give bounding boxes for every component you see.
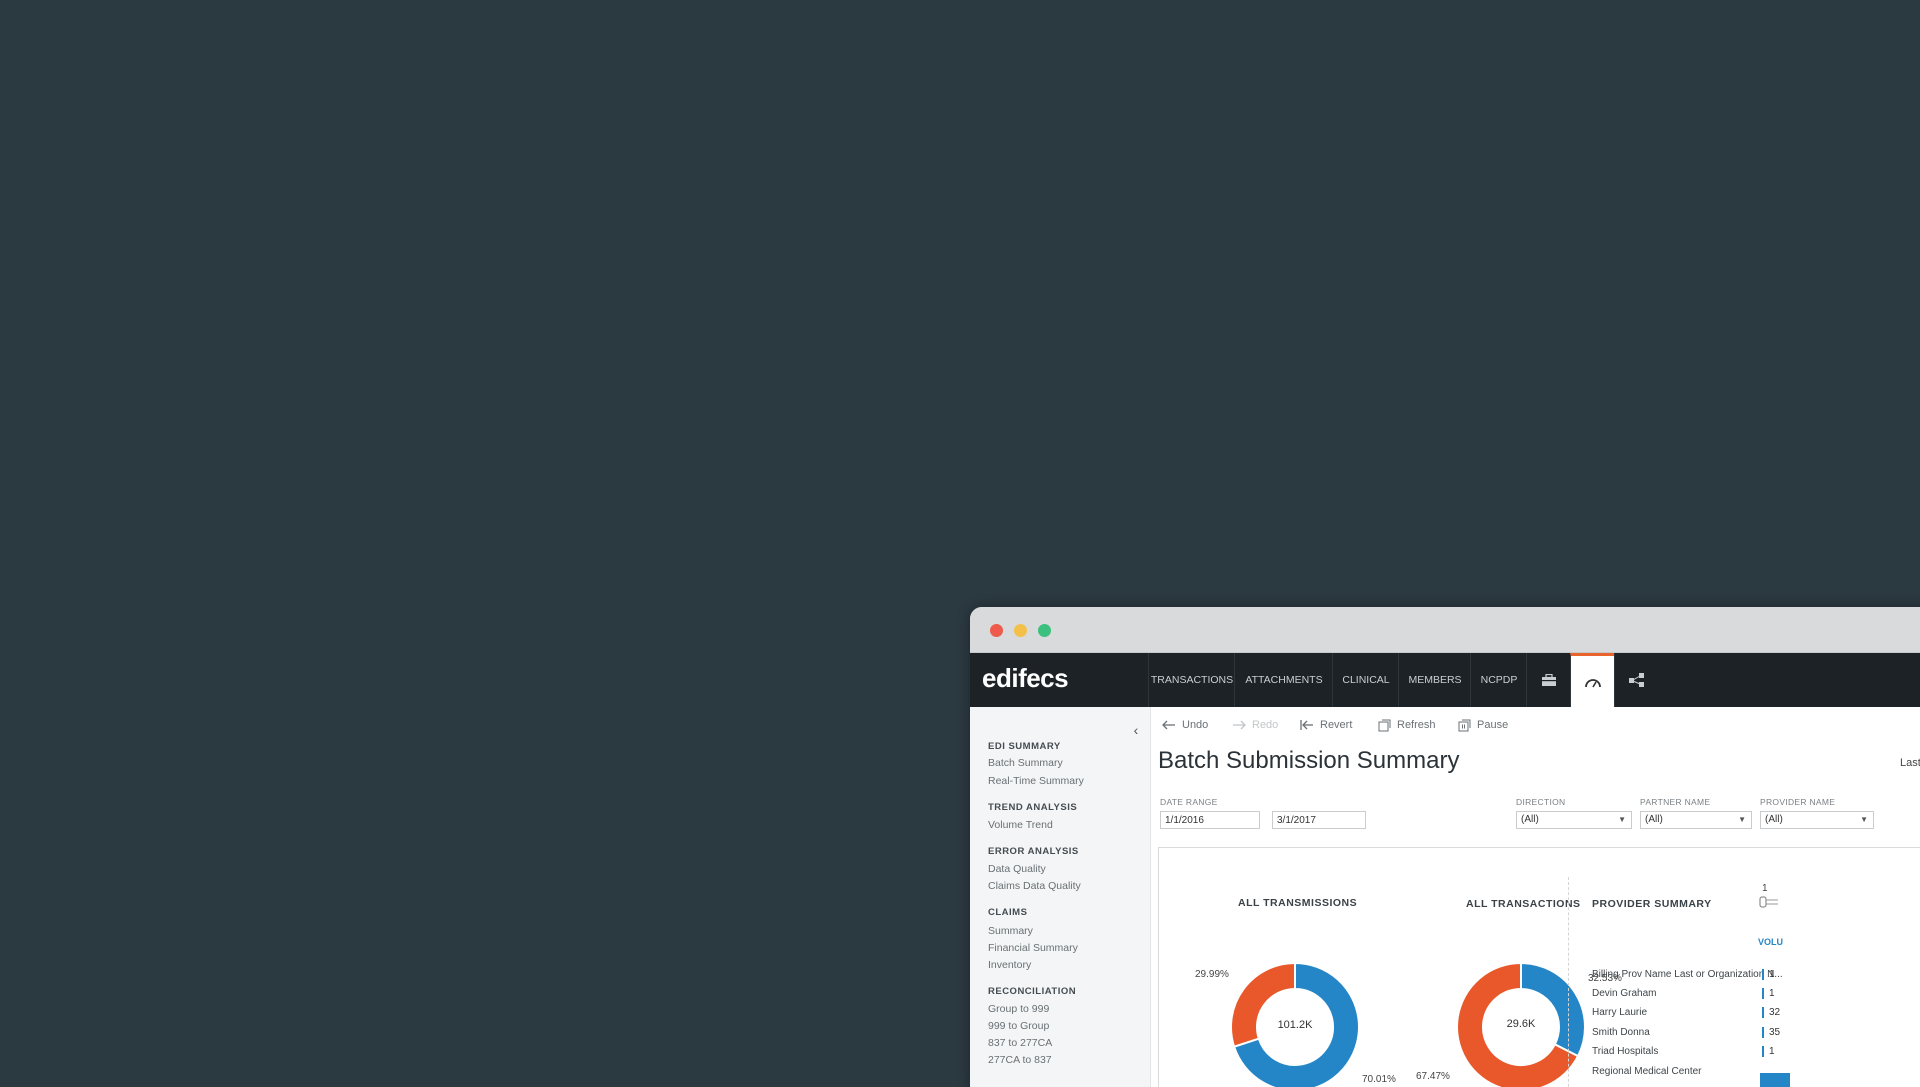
chart-title-all-transmissions: ALL TRANSMISSIONS [1238,897,1358,909]
slice-label-transmissions-orange: 29.99% [1195,969,1229,980]
undo-button[interactable]: Undo [1162,715,1208,735]
chart-title-all-transactions: ALL TRANSACTIONS [1466,898,1581,910]
date-from-field[interactable]: 1/1/2016 [1160,811,1260,829]
pause-label: Pause [1477,719,1509,731]
last-label: Last [1900,757,1920,769]
sidebar-item-summary[interactable]: Summary [988,925,1033,937]
share-icon[interactable] [1614,653,1659,707]
chevron-down-icon: ▼ [1738,815,1746,824]
sidebar-item-financial-summary[interactable]: Financial Summary [988,942,1078,954]
sidebar-heading-claims: CLAIMS [988,907,1028,918]
sidebar-item-claims-data-quality[interactable]: Claims Data Quality [988,880,1081,892]
date-to-field[interactable]: 3/1/2017 [1272,811,1366,829]
center-value-all-transmissions: 101.2K [1277,1019,1313,1031]
chevron-down-icon: ▼ [1618,815,1626,824]
pause-button[interactable]: Pause [1458,715,1508,735]
tab-ncpdp[interactable]: NCPDP [1470,653,1527,707]
provider-row-bar [1760,1073,1790,1087]
briefcase-icon[interactable] [1526,653,1571,707]
sidebar-heading-edi-summary: EDI SUMMARY [988,741,1061,752]
provider-row-value: 32 [1762,1007,1780,1018]
date-range-label: DATE RANGE [1160,797,1218,807]
provider-row-value: 1 [1762,988,1775,999]
chevron-down-icon: ▼ [1860,815,1868,824]
undo-label: Undo [1182,719,1209,731]
provider-row-value: 1 [1762,1046,1775,1057]
sidebar-item-group-to-999[interactable]: Group to 999 [988,1003,1049,1015]
revert-label: Revert [1320,719,1353,731]
gauge-icon[interactable] [1570,653,1614,707]
provider-name-value: (All) [1765,814,1783,825]
direction-select[interactable]: (All) ▼ [1516,811,1632,829]
app-window: edifecs TRANSACTIONS ATTACHMENTS CLINICA… [970,607,1920,1087]
center-value-all-transactions: 29.6K [1506,1018,1536,1030]
window-titlebar [970,607,1920,653]
sidebar: ‹ EDI SUMMARY Batch Summary Real-Time Su… [970,707,1151,1087]
page-title: Batch Submission Summary [1158,747,1460,774]
sidebar-heading-reconciliation: RECONCILIATION [988,986,1077,997]
partner-name-label: PARTNER NAME [1640,797,1711,807]
provider-name-label: PROVIDER NAME [1760,797,1836,807]
refresh-label: Refresh [1397,719,1436,731]
provider-name-select[interactable]: (All) ▼ [1760,811,1874,829]
tab-transactions[interactable]: TRANSACTIONS [1148,653,1235,707]
direction-value: (All) [1521,814,1539,825]
redo-label: Redo [1252,719,1279,731]
slider-handle-icon[interactable] [1758,895,1778,909]
partner-name-select[interactable]: (All) ▼ [1640,811,1752,829]
top-navigation: edifecs TRANSACTIONS ATTACHMENTS CLINICA… [970,653,1920,707]
sidebar-item-999-to-group[interactable]: 999 to Group [988,1020,1049,1032]
sidebar-item-real-time-summary[interactable]: Real-Time Summary [988,775,1084,787]
slice-label-transactions-orange: 67.47% [1416,1071,1450,1082]
provider-summary-top-value: 1 [1762,883,1768,894]
collapse-sidebar-icon[interactable]: ‹ [1128,722,1144,738]
donut-chart-all-transmissions[interactable] [1215,947,1375,1087]
provider-row-value: 35 [1762,1027,1780,1038]
arrow-left-icon [1162,720,1175,730]
arrow-right-icon [1233,720,1246,730]
donut-slice-first[interactable] [1230,961,1296,1048]
close-window-button[interactable] [990,624,1003,637]
pause-icon [1458,719,1471,731]
panel-divider [1568,877,1569,1087]
sidebar-item-inventory[interactable]: Inventory [988,959,1031,971]
sidebar-heading-trend-analysis: TREND ANALYSIS [988,802,1078,813]
sidebar-item-volume-trend[interactable]: Volume Trend [988,819,1053,831]
tab-attachments[interactable]: ATTACHMENTS [1234,653,1333,707]
sidebar-item-837-to-277ca[interactable]: 837 to 277CA [988,1037,1052,1049]
partner-name-value: (All) [1645,814,1663,825]
maximize-window-button[interactable] [1038,624,1051,637]
sidebar-item-data-quality[interactable]: Data Quality [988,863,1046,875]
refresh-button[interactable]: Refresh [1378,715,1436,735]
sidebar-item-batch-summary[interactable]: Batch Summary [988,757,1063,769]
minimize-window-button[interactable] [1014,624,1027,637]
redo-button[interactable]: Redo [1232,715,1278,735]
refresh-icon [1378,719,1391,731]
sidebar-heading-error-analysis: ERROR ANALYSIS [988,846,1079,857]
revert-button[interactable]: Revert [1300,715,1352,735]
donut-slice-first[interactable] [1520,961,1586,1058]
tab-clinical[interactable]: CLINICAL [1332,653,1399,707]
direction-label: DIRECTION [1516,797,1566,807]
provider-row-value: 1 [1762,969,1775,980]
sidebar-item-277ca-to-837[interactable]: 277CA to 837 [988,1054,1052,1066]
volume-column-label: VOLU [1758,937,1784,947]
revert-icon [1300,720,1313,730]
provider-summary-title: PROVIDER SUMMARY [1592,898,1712,910]
edifecs-logo[interactable]: edifecs [982,663,1069,694]
donut-chart-all-transactions[interactable] [1441,947,1601,1087]
tab-members[interactable]: MEMBERS [1398,653,1471,707]
